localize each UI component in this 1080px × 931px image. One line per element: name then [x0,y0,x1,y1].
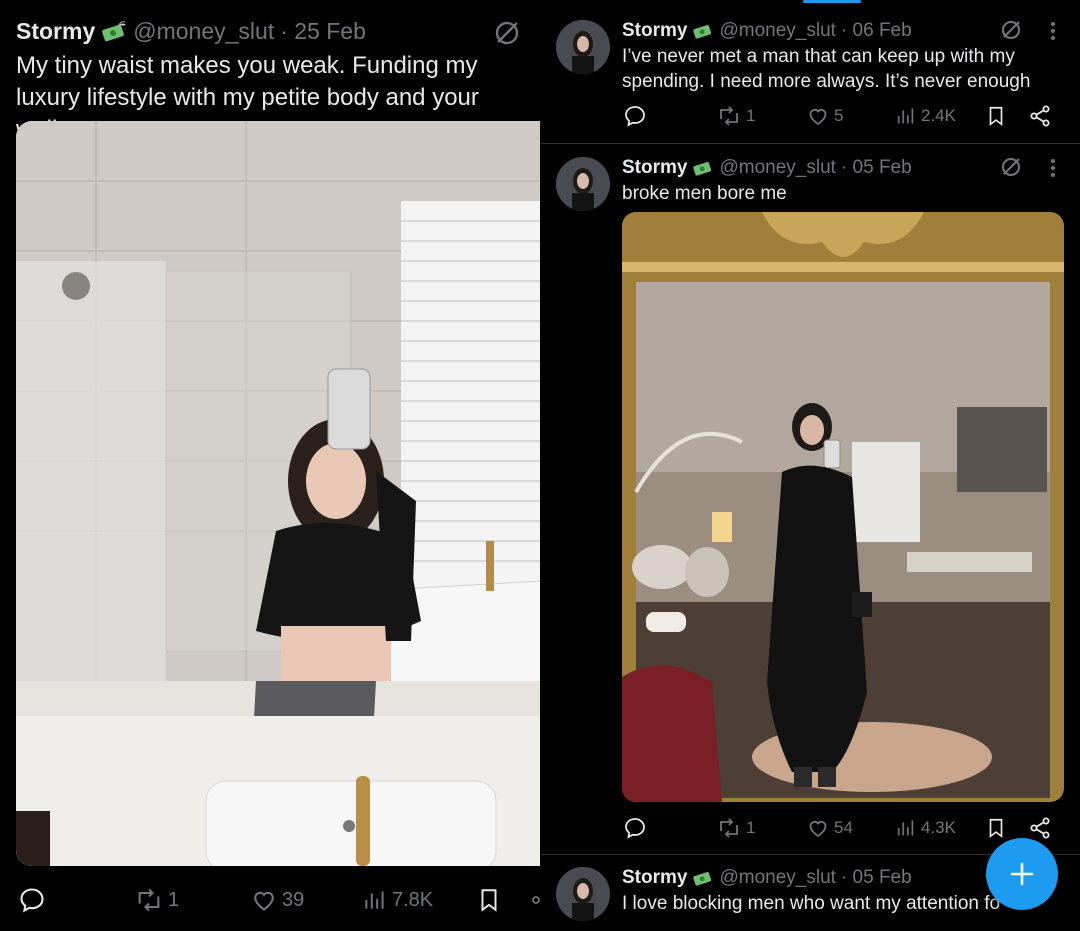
display-name[interactable]: Stormy [16,18,95,45]
share-icon [1028,104,1052,128]
avatar[interactable] [556,20,610,74]
tweet-header: Stormy @money_slut · 05 Feb [622,867,912,889]
tweet-actions-bar: 1 54 4.3K [541,816,1080,844]
tweet-date[interactable]: · 05 Feb [841,867,912,889]
repost-count: 1 [746,818,756,837]
timeline-tweet[interactable]: Stormy @money_slut · 05 Feb broke men bo… [541,144,1080,854]
display-name[interactable]: Stormy [622,867,687,889]
display-name[interactable]: Stormy [622,157,687,179]
views-chart-icon [362,886,388,914]
share-icon-partial[interactable] [528,886,540,914]
views-count: 7.8K [392,888,434,911]
repost-icon [716,104,742,128]
tweet-actions-bar: 1 5 2.4K [541,104,1080,132]
repost-icon [716,816,742,840]
like-button[interactable]: 39 [250,886,304,914]
repost-button[interactable]: 1 [716,816,755,840]
tweet-text: broke men bore me [622,183,787,204]
repost-count: 1 [746,106,756,125]
tweet-text: I’ve never met a man that can keep up wi… [622,46,1031,92]
avatar[interactable] [556,867,610,921]
reply-button[interactable] [18,886,46,914]
tweet-media-image[interactable] [622,212,1064,802]
display-name[interactable]: Stormy [622,20,687,42]
share-icon [1028,816,1052,840]
reply-icon [623,816,647,840]
share-button[interactable] [1028,104,1052,128]
views-chart-icon [895,104,917,128]
tweet-media-image[interactable] [16,121,540,866]
slashed-circle-icon[interactable] [492,18,522,48]
tweet-header: Stormy @money_slut · 25 Feb [16,18,366,45]
user-handle[interactable]: @money_slut [719,867,835,889]
heart-icon [250,886,278,914]
reply-button[interactable] [623,816,647,840]
like-count: 54 [834,818,853,837]
bookmark-icon [476,886,502,914]
bookmark-button[interactable] [985,104,1007,128]
bookmark-button[interactable] [985,816,1007,840]
more-options-icon[interactable] [1048,20,1058,42]
like-count: 5 [834,106,844,125]
views-button[interactable]: 4.3K [895,816,956,840]
slashed-circle-icon[interactable] [999,155,1023,179]
user-handle[interactable]: @money_slut [133,18,274,45]
left-tweet-detail: Stormy @money_slut · 25 Feb My tiny wais… [0,0,540,931]
money-emoji-icon [692,869,714,887]
user-handle[interactable]: @money_slut [719,20,835,42]
compose-button[interactable] [986,838,1058,910]
slashed-circle-icon[interactable] [999,18,1023,42]
views-count: 2.4K [921,106,956,125]
avatar[interactable] [556,157,610,211]
views-count: 4.3K [921,818,956,837]
reply-icon [623,104,647,128]
views-button[interactable]: 2.4K [895,104,956,128]
right-profile-timeline: Stormy @money_slut · 06 Feb I’ve never m… [541,0,1080,931]
views-chart-icon [895,816,917,840]
reply-button[interactable] [623,104,647,128]
repost-button[interactable]: 1 [716,104,755,128]
tweet-date[interactable]: · 06 Feb [841,20,912,42]
heart-icon [806,816,830,840]
tweet-date[interactable]: · 25 Feb [280,18,366,45]
like-button[interactable]: 54 [806,816,853,840]
like-count: 39 [282,888,305,911]
tweet-actions-bar: 1 39 7.8K [0,880,540,920]
money-emoji-icon [692,159,714,177]
more-options-icon[interactable] [1048,157,1058,179]
bookmark-icon [985,104,1007,128]
money-emoji-icon [101,20,127,43]
timeline-tweet[interactable]: Stormy @money_slut · 06 Feb I’ve never m… [541,0,1080,143]
reply-icon [18,886,46,914]
heart-icon [806,104,830,128]
repost-count: 1 [168,888,180,911]
like-button[interactable]: 5 [806,104,843,128]
bookmark-button[interactable] [476,886,502,914]
user-handle[interactable]: @money_slut [719,157,835,179]
bookmark-icon [985,816,1007,840]
share-button[interactable] [1028,816,1052,840]
plus-icon [1009,861,1035,887]
repost-button[interactable]: 1 [134,886,179,914]
views-button[interactable]: 7.8K [362,886,433,914]
tweet-date[interactable]: · 05 Feb [841,157,912,179]
tweet-header: Stormy @money_slut · 06 Feb [622,20,912,42]
repost-icon [134,886,164,914]
money-emoji-icon [692,22,714,40]
tweet-header: Stormy @money_slut · 05 Feb [622,157,912,179]
